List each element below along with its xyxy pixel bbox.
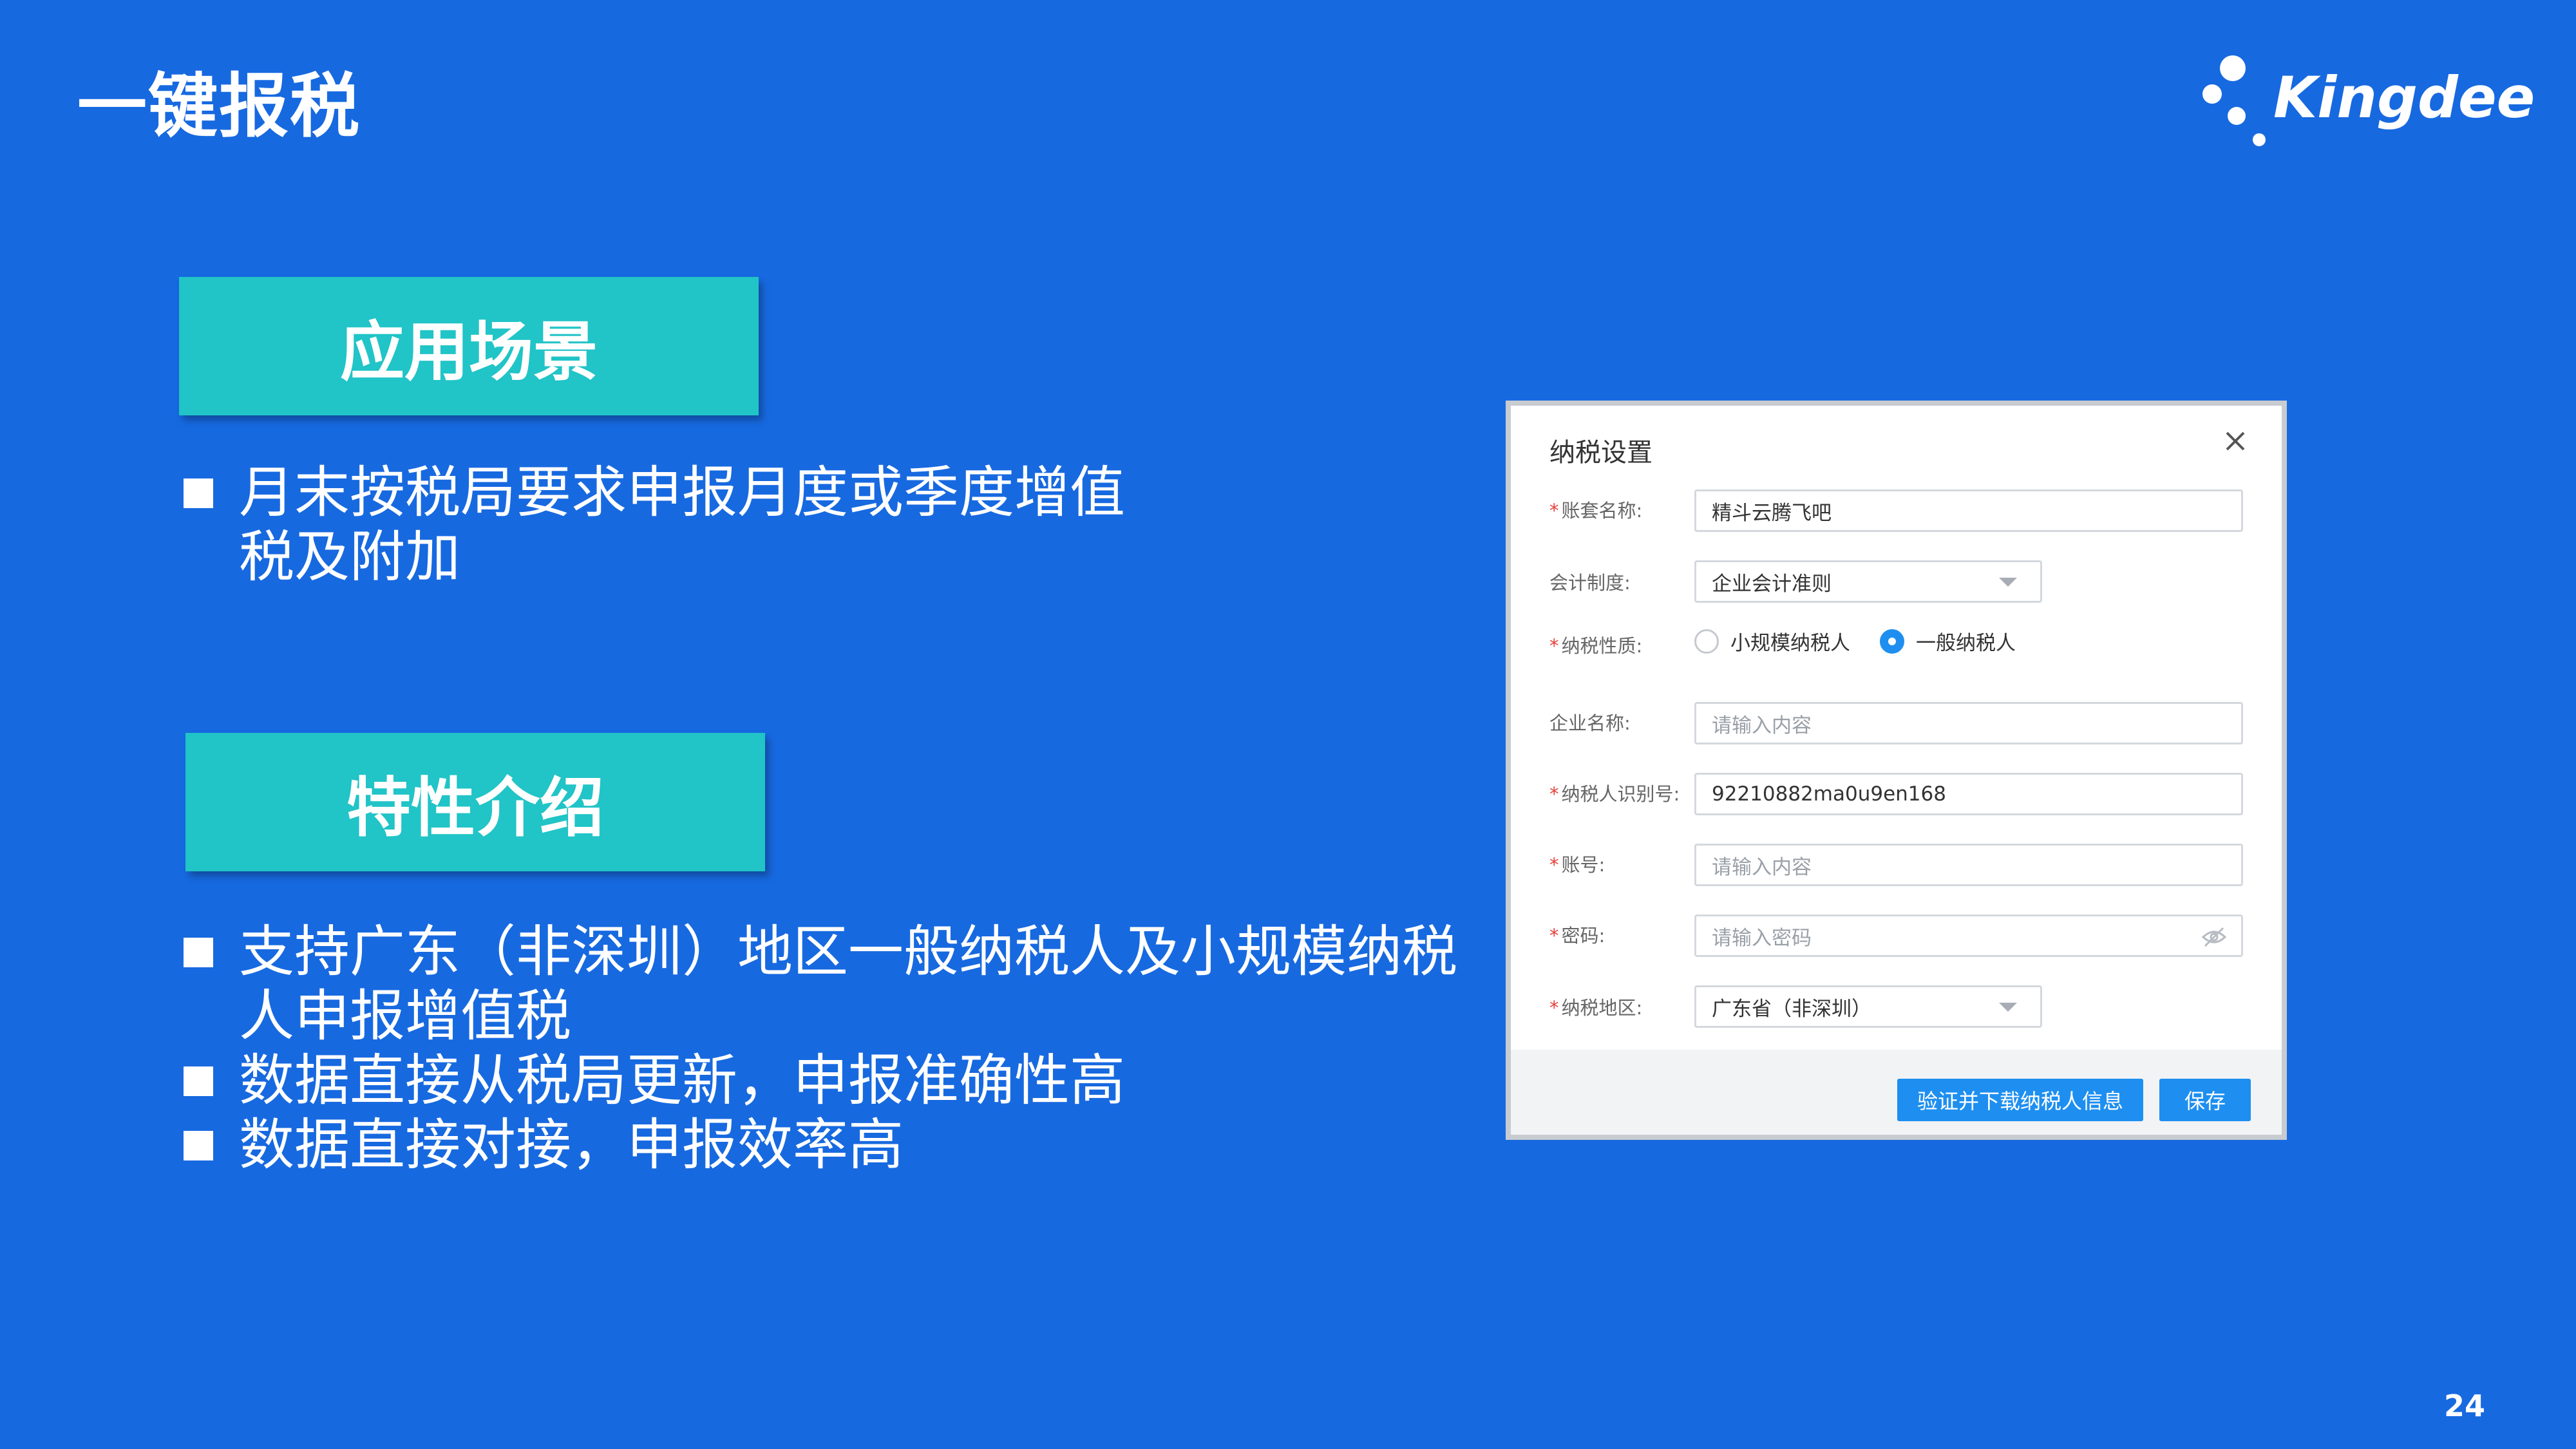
list-item: 数据直接对接，申报效率高 [184,1113,1504,1177]
required-mark: * [1549,997,1559,1019]
slide-title: 一键报税 [77,66,361,147]
bullet-text: 数据直接从税局更新，申报准确性高 [239,1048,1125,1113]
scenario-list: 月末按税局要求申报月度或季度增值税及附加 [184,460,1150,589]
taxpayer-id-input[interactable]: 92210882ma0u9en168 [1694,773,2243,815]
list-item: 支持广东（非深圳）地区一般纳税人及小规模纳税人申报增值税 [184,920,1504,1048]
bullet-square-icon [184,1066,213,1096]
bullet-text: 月末按税局要求申报月度或季度增值税及附加 [239,460,1125,589]
required-mark: * [1549,500,1559,522]
bullet-square-icon [184,938,213,967]
taxpayer-type-radio-group: 小规模纳税人 一般纳税人 [1694,627,2045,656]
tax-region-value: 广东省（非深圳） [1712,997,1871,1021]
page-number: 24 [2444,1388,2486,1423]
required-mark: * [1549,854,1559,876]
account-set-input[interactable]: 精斗云腾飞吧 [1694,489,2243,532]
eye-off-icon[interactable] [2201,925,2227,949]
chevron-down-icon [1999,578,2017,587]
taxpayer-id-value: 92210882ma0u9en168 [1712,782,1946,806]
bullet-square-icon [184,1131,213,1160]
company-name-placeholder: 请输入内容 [1712,714,1812,737]
section-heading-scenario: 应用场景 [179,277,759,415]
account-input[interactable]: 请输入内容 [1694,844,2243,886]
bullet-text: 支持广东（非深圳）地区一般纳税人及小规模纳税人申报增值税 [239,920,1457,1048]
taxpayer-id-label: * 纳税人识别号: [1549,783,1680,805]
tax-region-label: * 纳税地区: [1549,997,1643,1019]
logo-text: Kingdee [2273,64,2535,131]
radio-general-label[interactable]: 一般纳税人 [1916,627,2016,656]
save-button[interactable]: 保存 [2159,1079,2251,1121]
taxpayer-type-label: * 纳税性质: [1549,635,1643,657]
password-placeholder: 请输入密码 [1712,926,1812,950]
password-input[interactable]: 请输入密码 [1694,914,2243,957]
kingdee-logo: Kingdee [2199,52,2535,155]
radio-small-scale[interactable] [1694,629,1719,654]
radio-general[interactable] [1880,629,1904,654]
accounting-system-value: 企业会计准则 [1712,572,1832,596]
required-mark: * [1549,635,1559,657]
tax-settings-dialog: 纳税设置 * 账套名称: 精斗云腾飞吧 会计制度: 企业会计准则 * 纳税性质: 小… [1506,401,2287,1140]
section-heading-features: 特性介绍 [185,733,765,871]
kingdee-dots-logo-icon [2202,55,2266,146]
bullet-square-icon [184,478,213,508]
dialog-title: 纳税设置 [1549,438,1653,468]
account-label: * 账号: [1549,854,1605,876]
accounting-system-select[interactable]: 企业会计准则 [1694,560,2042,603]
radio-small-scale-label[interactable]: 小规模纳税人 [1730,627,1850,656]
features-list: 支持广东（非深圳）地区一般纳税人及小规模纳税人申报增值税 数据直接从税局更新，申… [184,920,1504,1177]
verify-download-button[interactable]: 验证并下载纳税人信息 [1897,1079,2143,1121]
account-set-value: 精斗云腾飞吧 [1712,501,1832,525]
chevron-down-icon [1999,1003,2017,1012]
list-item: 月末按税局要求申报月度或季度增值税及附加 [184,460,1150,589]
bullet-text: 数据直接对接，申报效率高 [239,1113,904,1177]
account-set-label: * 账套名称: [1549,500,1643,522]
close-icon[interactable] [2219,425,2251,457]
required-mark: * [1549,925,1559,947]
list-item: 数据直接从税局更新，申报准确性高 [184,1048,1504,1113]
company-name-label: 企业名称: [1549,712,1631,734]
required-mark: * [1549,783,1559,805]
dialog-footer: 验证并下载纳税人信息 保存 [1511,1050,2282,1135]
password-label: * 密码: [1549,925,1605,947]
account-placeholder: 请输入内容 [1712,855,1812,879]
accounting-system-label: 会计制度: [1549,572,1631,594]
tax-region-select[interactable]: 广东省（非深圳） [1694,985,2042,1028]
company-name-input[interactable]: 请输入内容 [1694,702,2243,744]
